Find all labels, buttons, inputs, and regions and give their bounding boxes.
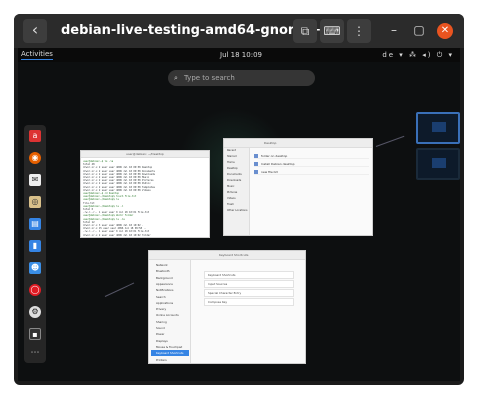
clock[interactable]: Jul 18 10:09	[220, 51, 262, 59]
terminal-window-thumbnail[interactable]: user@debian: ~/Desktop user@debian:~$ ls…	[80, 150, 210, 238]
settings-sidebar-item[interactable]: Displays	[151, 338, 189, 344]
settings-card[interactable]: Keyboard Shortcuts	[204, 271, 294, 279]
settings-sidebar-item[interactable]: Power	[151, 331, 189, 337]
header-bar: ‹ debian-live-testing-amd64-gnome+... ⧉ …	[14, 14, 464, 48]
settings-sidebar-item[interactable]: Background	[151, 275, 189, 281]
screenshot-button[interactable]: ⧉	[293, 19, 317, 43]
settings-sidebar-item[interactable]: Sound	[151, 325, 189, 331]
settings-title: Keyboard Shortcuts	[149, 251, 305, 260]
vm-window: ‹ debian-live-testing-amd64-gnome+... ⧉ …	[14, 14, 464, 385]
mail-icon[interactable]: ✉	[29, 174, 41, 186]
terminal-icon[interactable]: ▪	[29, 328, 41, 340]
search-placeholder: Type to search	[184, 74, 235, 82]
close-button[interactable]: ✕	[437, 23, 453, 39]
workspace-thumbnail-2[interactable]	[416, 148, 460, 180]
settings-sidebar-item[interactable]: Privacy	[151, 306, 189, 312]
settings-sidebar-item[interactable]: Sharing	[151, 319, 189, 325]
workspace-preview	[432, 158, 446, 168]
app-grid-icon[interactable]: ⋯	[29, 347, 41, 359]
terminal-output: user@debian:~$ ls -la total 48 drwxr-xr-x …	[81, 158, 209, 238]
settings-icon[interactable]: ⚙	[29, 306, 41, 318]
settings-sidebar-item[interactable]: Appearance	[151, 281, 189, 287]
dash: a ◉ ✉ ◎ ▤ ▮ ☻ ◯ ⚙ ▪ ⋯	[24, 125, 46, 363]
activities-button[interactable]: Activities	[21, 50, 53, 60]
workspace-thumbnail-1[interactable]	[416, 112, 460, 144]
files-title: Desktop	[224, 139, 372, 148]
settings-card[interactable]: Special Character Entry	[204, 289, 294, 297]
files-sidebar-item[interactable]: Other Locations	[224, 208, 249, 214]
file-row[interactable]: new file.txt	[254, 169, 369, 175]
lifebuoy-icon[interactable]: ◯	[29, 284, 41, 296]
file-row[interactable]: folder on desktop	[254, 153, 369, 159]
workspace-preview	[432, 122, 446, 132]
guest-screen[interactable]: Activities Jul 18 10:09 de ▾ ⁂ ◂) ⏻ ▾ ⌕ …	[18, 48, 460, 381]
settings-sidebar-item[interactable]: Notifications	[151, 287, 189, 293]
settings-sidebar-item[interactable]: Printers	[151, 357, 189, 363]
phone-icon[interactable]: ▮	[29, 240, 41, 252]
settings-panel: Keyboard Shortcuts Input Sources Special…	[204, 271, 294, 331]
keyboard-button[interactable]: ⌨	[320, 19, 344, 43]
settings-card[interactable]: Compose Key	[204, 298, 294, 306]
decorative-line	[375, 135, 405, 147]
search-icon: ⌕	[174, 74, 178, 82]
music-icon[interactable]: ◎	[29, 196, 41, 208]
maximize-button[interactable]: ▢	[409, 20, 429, 40]
settings-sidebar-item[interactable]: Search	[151, 294, 189, 300]
terminal-line: user@debian:~/Desktop$	[83, 237, 207, 238]
search-field[interactable]: ⌕ Type to search	[168, 70, 315, 86]
document-icon[interactable]: ▤	[29, 218, 41, 230]
help-icon[interactable]: ☻	[29, 262, 41, 274]
settings-sidebar-item[interactable]: Applications	[151, 300, 189, 306]
settings-sidebar-item[interactable]: Network	[151, 262, 189, 268]
file-row[interactable]: Install Debian desktop	[254, 161, 369, 167]
decorative-line	[104, 282, 135, 297]
settings-sidebar-item[interactable]: Online Accounts	[151, 312, 189, 318]
settings-sidebar-item[interactable]: Bluetooth	[151, 268, 189, 274]
system-tray[interactable]: de ▾ ⁂ ◂) ⏻ ▾	[382, 51, 454, 60]
app-icon[interactable]: a	[29, 130, 41, 142]
firefox-icon[interactable]: ◉	[29, 152, 41, 164]
files-sidebar: Recent Starred Home Desktop Documents Downloa…	[224, 148, 250, 235]
back-icon[interactable]: ‹	[23, 19, 47, 43]
minimize-button[interactable]: –	[384, 20, 404, 40]
files-window-thumbnail[interactable]: Desktop Recent Starred Home Desktop Document…	[223, 138, 373, 236]
settings-sidebar: Network Bluetooth Background Appearance Noti…	[149, 260, 191, 363]
settings-window-thumbnail[interactable]: Keyboard Shortcuts Network Bluetooth Backg…	[148, 250, 306, 364]
settings-sidebar-item[interactable]: Keyboard Shortcuts	[151, 350, 189, 357]
gnome-top-bar: Activities Jul 18 10:09 de ▾ ⁂ ◂) ⏻ ▾	[18, 48, 460, 62]
settings-card[interactable]: Input Sources	[204, 280, 294, 288]
menu-button[interactable]: ⋮	[347, 19, 371, 43]
terminal-title: user@debian: ~/Desktop	[81, 151, 209, 158]
settings-sidebar-item[interactable]: Mouse & Touchpad	[151, 344, 189, 350]
